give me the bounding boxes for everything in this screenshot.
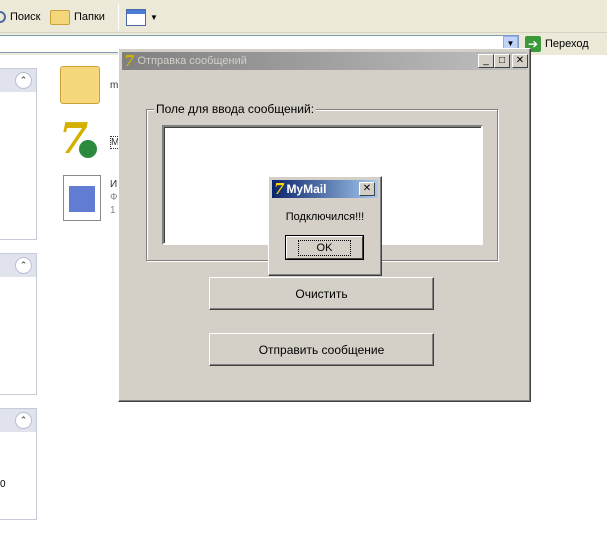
- collapse-chevron-icon[interactable]: ⌃: [15, 412, 32, 429]
- folder-icon: [50, 9, 70, 25]
- pane-text: 0: [0, 479, 6, 490]
- close-icon: ✕: [362, 183, 372, 194]
- search-button[interactable]: Поиск: [0, 7, 40, 27]
- task-pane-header: ⌃: [0, 254, 36, 277]
- file-item-app[interactable]: 7 M: [57, 114, 121, 166]
- send-label: Отправить сообщение: [258, 342, 385, 357]
- collapse-chevron-icon[interactable]: ⌃: [15, 72, 32, 89]
- file-type: Ф: [110, 192, 118, 203]
- window-title: Отправка сообщений: [137, 55, 247, 67]
- explorer-toolbar: Поиск Папки ▼: [0, 0, 607, 33]
- search-label: Поиск: [10, 11, 41, 23]
- app-logo-icon: 7: [124, 52, 135, 70]
- minimize-icon: _: [483, 55, 489, 66]
- clear-button[interactable]: Очистить: [209, 277, 434, 310]
- ok-button-face: OK: [286, 236, 363, 259]
- close-button[interactable]: ✕: [512, 54, 528, 68]
- dialog-close-button[interactable]: ✕: [359, 182, 375, 196]
- window-file-icon: [63, 175, 101, 221]
- maximize-button[interactable]: □: [494, 54, 510, 68]
- ok-label: OK: [297, 239, 352, 256]
- clear-label: Очистить: [295, 286, 348, 301]
- close-icon: ✕: [515, 55, 525, 66]
- file-label: И: [110, 179, 118, 190]
- file-item-document[interactable]: И Ф 1: [63, 175, 118, 221]
- send-button[interactable]: Отправить сообщение: [209, 333, 434, 366]
- folders-button[interactable]: Папки: [50, 7, 105, 27]
- views-icon: [126, 8, 146, 26]
- task-pane-2: ⌃: [0, 253, 37, 395]
- task-pane-1: ⌃: [0, 68, 37, 240]
- search-icon: [0, 11, 6, 23]
- dialog-title: MyMail: [286, 182, 327, 196]
- task-pane-header: ⌃: [0, 69, 36, 92]
- task-pane-header: ⌃: [0, 409, 36, 432]
- dropdown-arrow-icon: ▼: [150, 12, 158, 22]
- chevron-down-icon: ▼: [506, 39, 515, 48]
- app-logo-icon: 7: [57, 114, 105, 166]
- window-titlebar[interactable]: 7 Отправка сообщений _ □ ✕: [122, 52, 528, 70]
- file-size: 1: [110, 205, 116, 216]
- mymail-dialog: 7 MyMail ✕ Подключился!!! OK: [268, 176, 382, 276]
- toolbar-separator: [118, 4, 119, 30]
- views-button[interactable]: ▼: [126, 7, 158, 27]
- app-logo-icon: 7: [274, 180, 285, 198]
- file-item-folder[interactable]: m: [60, 66, 118, 104]
- folders-label: Папки: [74, 11, 105, 23]
- task-pane-3: ⌃ 0: [0, 408, 37, 520]
- go-label: Переход: [545, 38, 589, 50]
- maximize-icon: □: [498, 55, 506, 66]
- groupbox-label: Поле для ввода сообщений:: [154, 102, 317, 116]
- minimize-button[interactable]: _: [478, 54, 494, 68]
- go-button[interactable]: ➔ Переход: [525, 35, 589, 53]
- folder-icon: [60, 66, 100, 104]
- ok-button[interactable]: OK: [285, 235, 364, 260]
- dialog-titlebar[interactable]: 7 MyMail ✕: [272, 180, 378, 198]
- dialog-message: Подключился!!!: [285, 211, 365, 223]
- collapse-chevron-icon[interactable]: ⌃: [15, 257, 32, 274]
